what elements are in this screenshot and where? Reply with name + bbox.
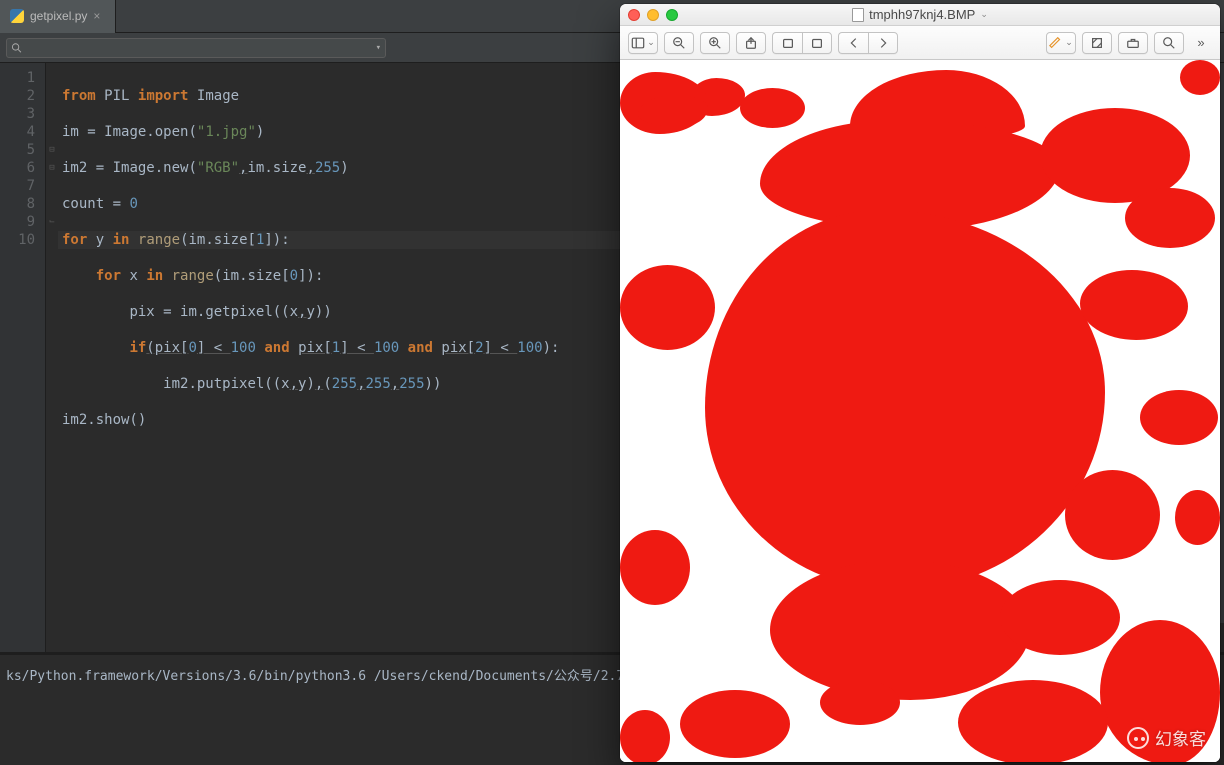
toolbar-overflow-icon[interactable]: »: [1190, 32, 1212, 54]
zoom-out-button[interactable]: [664, 32, 694, 54]
document-icon: [852, 8, 864, 22]
tab-filename: getpixel.py: [30, 9, 87, 23]
watermark: 幻象客: [1127, 725, 1206, 750]
crop-button[interactable]: [1082, 32, 1112, 54]
fold-marker-icon[interactable]: ⊟: [46, 159, 58, 177]
rotate-right-button[interactable]: [802, 32, 832, 54]
preview-title: tmphh97knj4.BMP ⌄: [620, 7, 1220, 22]
chevron-down-icon[interactable]: ⌄: [980, 9, 988, 20]
sidebar-toggle-button[interactable]: ⌄: [628, 32, 658, 54]
markup-button[interactable]: ⌄: [1046, 32, 1076, 54]
window-minimize-icon[interactable]: [647, 9, 659, 21]
fold-column: ⊟ ⊟ ⌙: [46, 63, 58, 652]
file-tab[interactable]: getpixel.py ×: [0, 0, 116, 33]
code-area[interactable]: from PIL import Image im = Image.open("1…: [58, 63, 559, 652]
share-button[interactable]: [736, 32, 766, 54]
search-input[interactable]: [26, 41, 375, 55]
wechat-icon: [1127, 727, 1149, 749]
previous-page-button[interactable]: [838, 32, 868, 54]
python-file-icon: [10, 9, 24, 23]
image-content: [620, 60, 1220, 762]
chevron-down-icon[interactable]: ▾: [376, 43, 381, 53]
preview-image-area[interactable]: 幻象客: [620, 60, 1220, 762]
fold-end-icon: ⌙: [46, 213, 58, 231]
line-number-gutter: 1 2 3 4 5 6 7 8 9 10: [0, 63, 46, 652]
search-button[interactable]: [1154, 32, 1184, 54]
zoom-in-button[interactable]: [700, 32, 730, 54]
rotate-left-button[interactable]: [772, 32, 802, 54]
close-tab-icon[interactable]: ×: [93, 10, 105, 22]
search-icon: [11, 42, 22, 54]
preview-window[interactable]: tmphh97knj4.BMP ⌄ ⌄: [620, 4, 1220, 762]
fold-marker-icon[interactable]: ⊟: [46, 141, 58, 159]
preview-toolbar: ⌄ ⌄: [620, 26, 1220, 60]
next-page-button[interactable]: [868, 32, 898, 54]
window-zoom-icon[interactable]: [666, 9, 678, 21]
preview-titlebar[interactable]: tmphh97knj4.BMP ⌄: [620, 4, 1220, 26]
toolbox-button[interactable]: [1118, 32, 1148, 54]
search-box[interactable]: ▾: [6, 38, 386, 58]
window-close-icon[interactable]: [628, 9, 640, 21]
